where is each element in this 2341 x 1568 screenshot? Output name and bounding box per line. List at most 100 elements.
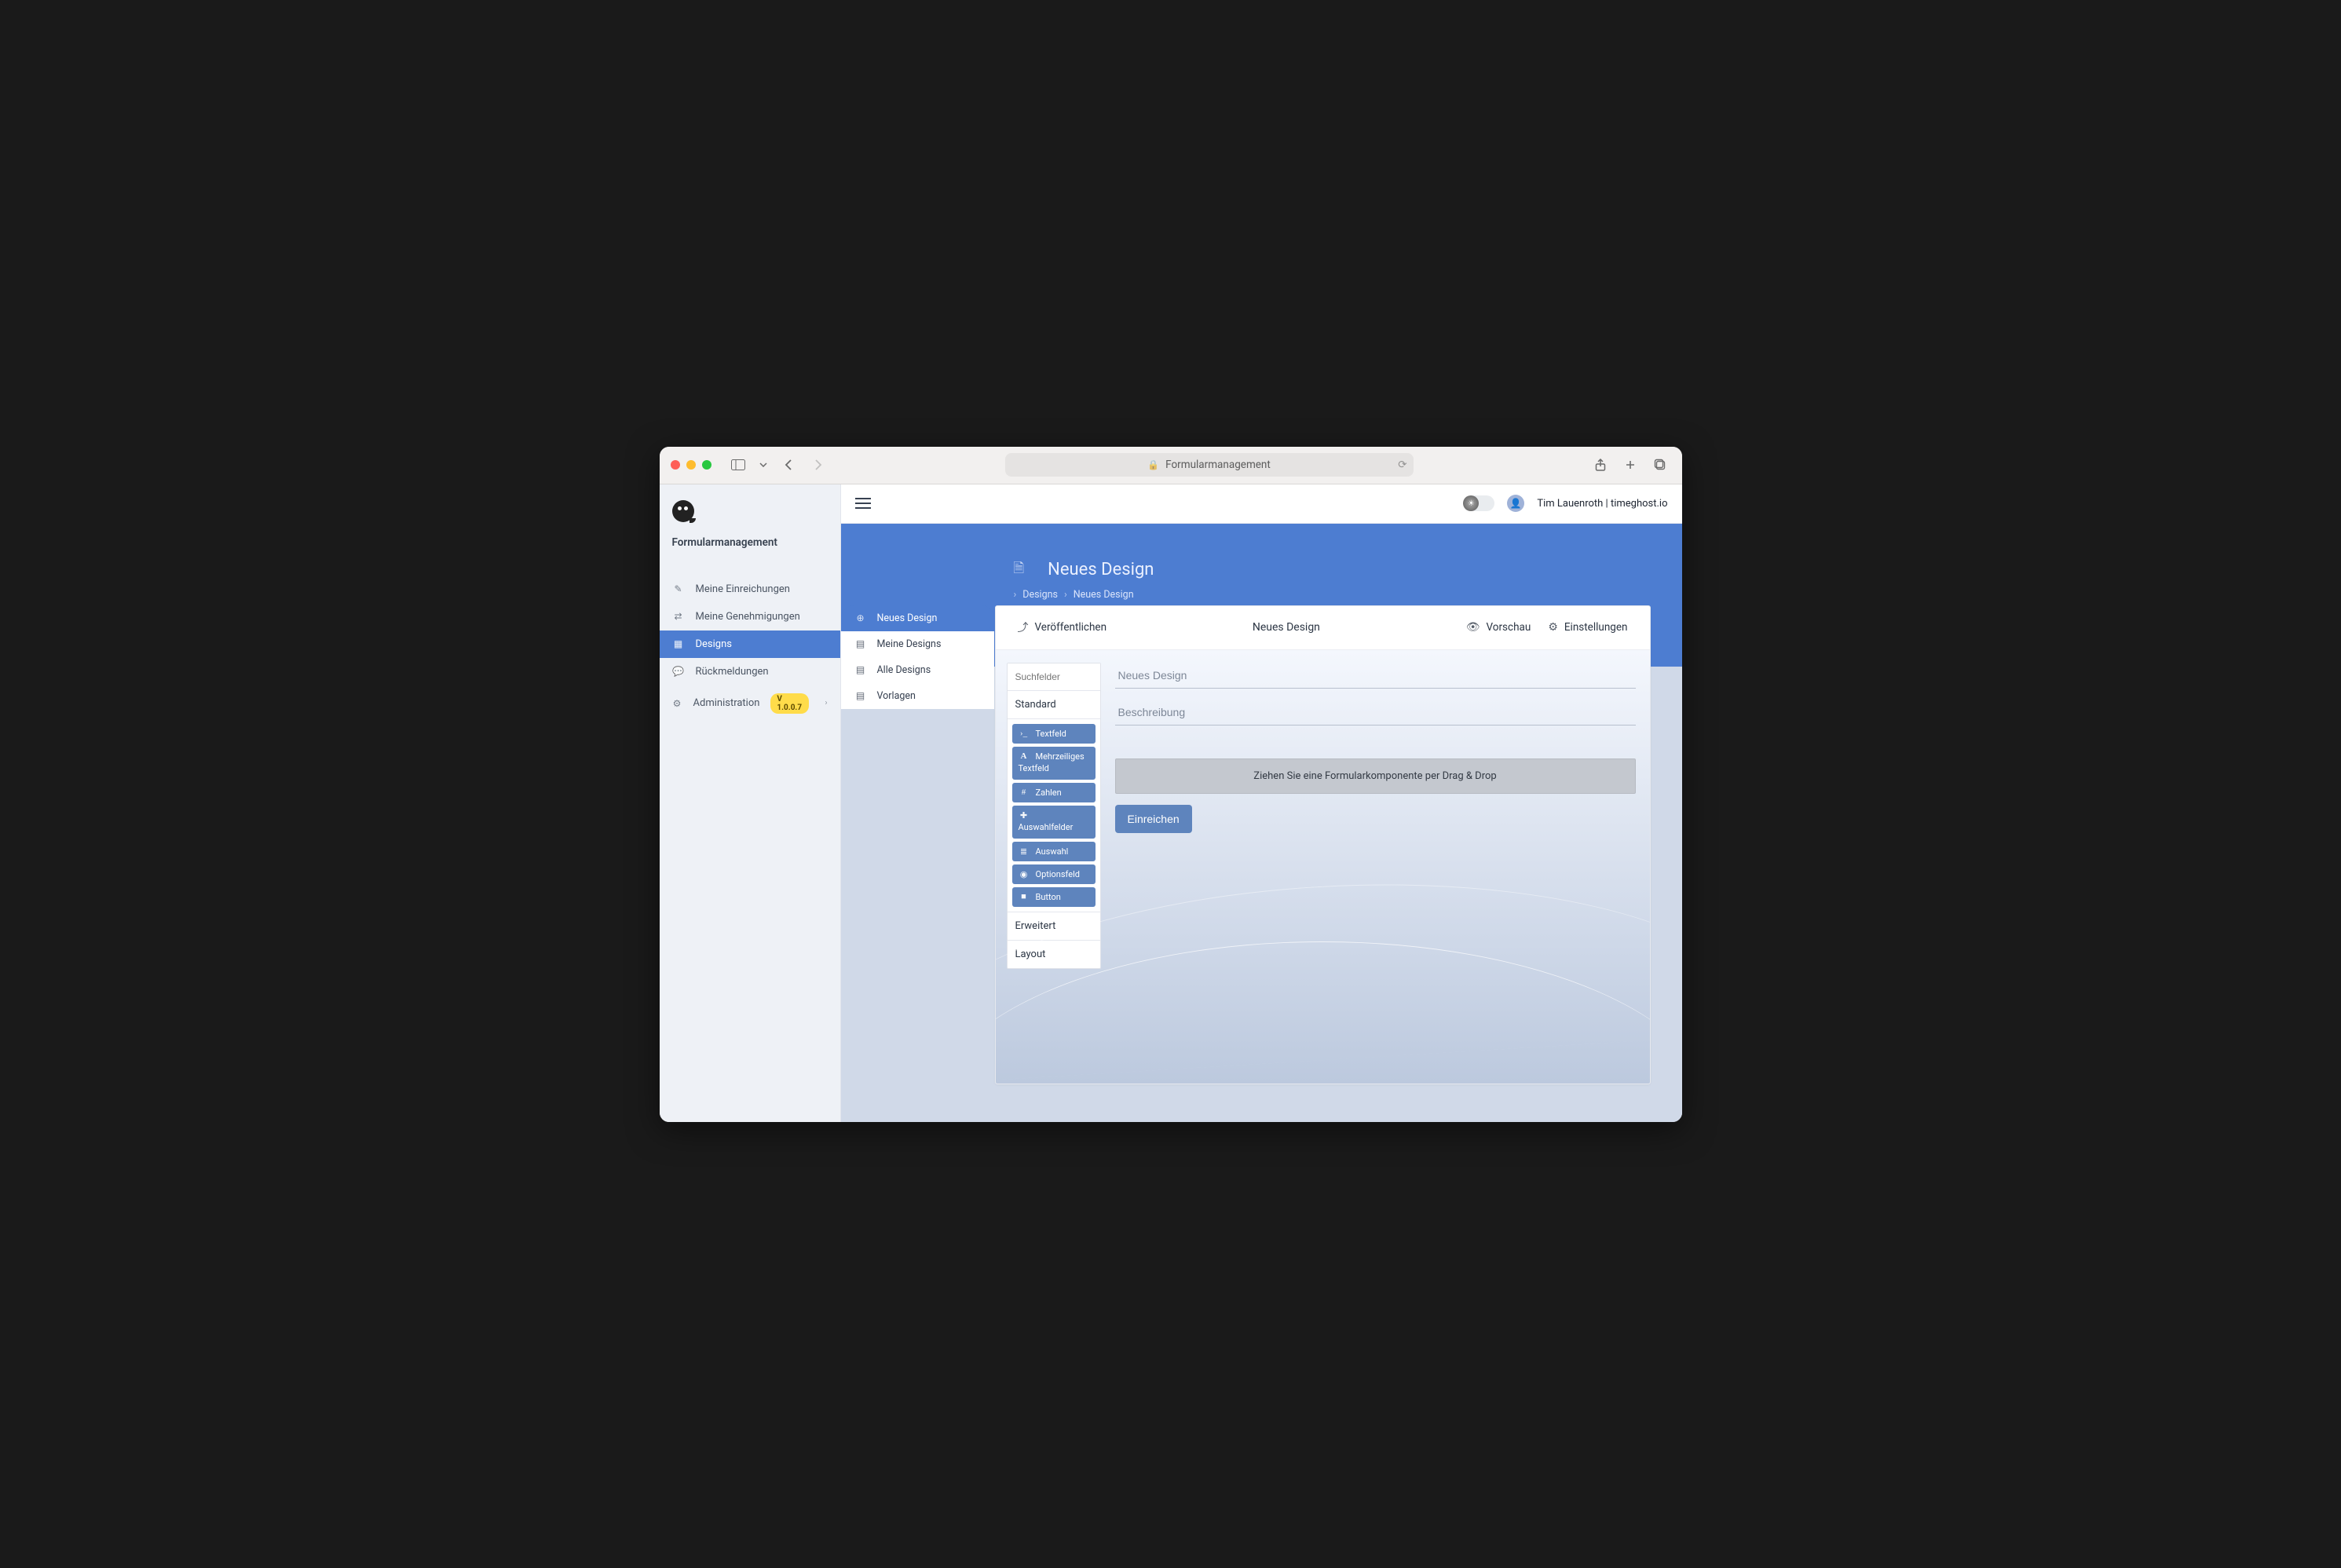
- subnav-my-designs[interactable]: ▤ Meine Designs: [841, 631, 994, 657]
- palette-search-input[interactable]: [1008, 663, 1100, 691]
- window-minimize[interactable]: [686, 460, 696, 470]
- nav-administration[interactable]: ⚙ Administration V 1.0.0.7 ›: [660, 685, 840, 722]
- form-description-input[interactable]: [1115, 700, 1636, 726]
- theme-icon: ☀: [1463, 495, 1479, 511]
- palette-item-multiline[interactable]: A Mehrzeiliges Mehrzeiliges Textfeld Tex…: [1012, 747, 1096, 780]
- clipboard-icon: 🗎: [1014, 558, 1025, 581]
- chevron-right-icon: ›: [825, 699, 827, 707]
- designs-icon: ▦: [672, 638, 685, 649]
- nav-label: Meine Genehmigungen: [696, 611, 800, 623]
- palette-item-option[interactable]: ◉ Optionsfeld: [1012, 864, 1096, 884]
- button-label: Veröffentlichen: [1035, 621, 1107, 634]
- drop-zone[interactable]: Ziehen Sie eine Formularkomponente per D…: [1115, 758, 1636, 794]
- brand-name: Formularmanagement: [672, 536, 828, 549]
- palette-label: Textfeld: [1036, 729, 1066, 739]
- plus-circle-icon: ⊕: [855, 612, 866, 623]
- primary-nav: ✎ Meine Einreichungen ⇄ Meine Genehmigun…: [660, 576, 840, 722]
- user-label[interactable]: Tim Lauenroth | timeghost.io: [1537, 498, 1667, 510]
- terminal-icon: ›_: [1019, 729, 1030, 738]
- chevron-right-icon: ›: [1064, 589, 1067, 601]
- nav-label: Designs: [696, 638, 732, 650]
- breadcrumb: › Designs › Neues Design: [1014, 589, 1682, 601]
- share-icon: ⤴: [1018, 620, 1029, 635]
- nav-label: Meine Einreichungen: [696, 583, 790, 595]
- palette-group-layout[interactable]: Layout: [1008, 940, 1100, 968]
- sidebar-toggle-icon[interactable]: [727, 454, 749, 476]
- version-badge: V 1.0.0.7: [770, 693, 809, 714]
- content-scroll[interactable]: 🗎 Neues Design › Designs › Neues Design: [841, 524, 1682, 1122]
- palette-item-numbers[interactable]: # Zahlen: [1012, 783, 1096, 802]
- list-icon: ≣: [1019, 846, 1030, 857]
- palette-label: Optionsfeld: [1036, 869, 1080, 879]
- publish-button[interactable]: ⤴ Veröffentlichen: [1018, 620, 1107, 635]
- tabs-overview-icon[interactable]: [1649, 454, 1671, 476]
- submit-button[interactable]: Einreichen: [1115, 805, 1192, 833]
- palette-item-textfield[interactable]: ›_ Textfeld: [1012, 724, 1096, 744]
- eye-icon: 👁: [1466, 621, 1480, 634]
- reload-icon[interactable]: ⟳: [1398, 459, 1406, 471]
- chevron-down-icon[interactable]: [757, 454, 770, 476]
- subnav-all-designs[interactable]: ▤ Alle Designs: [841, 657, 994, 683]
- palette-label: Auswahlfelder: [1019, 822, 1074, 832]
- share-icon[interactable]: [1589, 454, 1611, 476]
- address-bar-text: Formularmanagement: [1165, 459, 1271, 471]
- plus-square-icon: ✚: [1019, 810, 1030, 821]
- palette-item-button[interactable]: ■ Button: [1012, 887, 1096, 907]
- list-icon: ▤: [855, 664, 866, 675]
- browser-window: 🔒 Formularmanagement ⟳ Formularmanagem: [660, 447, 1682, 1122]
- lock-icon: 🔒: [1147, 459, 1159, 470]
- palette-group-advanced[interactable]: Erweitert: [1008, 912, 1100, 940]
- chevron-right-icon: ›: [1014, 589, 1017, 601]
- designs-subnav: ⊕ Neues Design ▤ Meine Designs ▤ Alle De…: [841, 605, 994, 709]
- brand-logo-icon: [672, 500, 694, 522]
- designer-toolbar: ⤴ Veröffentlichen Neues Design 👁 Vo: [996, 606, 1650, 650]
- new-tab-icon[interactable]: [1619, 454, 1641, 476]
- address-bar[interactable]: 🔒 Formularmanagement ⟳: [1005, 453, 1414, 477]
- palette-item-select[interactable]: ≣ Auswahl: [1012, 842, 1096, 861]
- palette-group-standard[interactable]: Standard: [1008, 691, 1100, 719]
- crumb-current: Neues Design: [1074, 589, 1134, 601]
- subnav-label: Alle Designs: [877, 664, 931, 676]
- person-send-icon: ✎: [672, 583, 685, 594]
- designer-title: Neues Design: [1124, 621, 1449, 634]
- settings-button[interactable]: ⚙ Einstellungen: [1548, 621, 1627, 634]
- component-palette: Standard ›_ Textfeld: [1007, 663, 1101, 969]
- preview-button[interactable]: 👁 Vorschau: [1466, 621, 1531, 634]
- square-icon: ■: [1019, 892, 1030, 901]
- sidebar: Formularmanagement ✎ Meine Einreichungen…: [660, 484, 841, 1122]
- palette-item-selectfields[interactable]: ✚ Auswahlfelder: [1012, 806, 1096, 839]
- nav-approvals[interactable]: ⇄ Meine Genehmigungen: [660, 603, 840, 630]
- radio-icon: ◉: [1019, 869, 1030, 879]
- nav-submissions[interactable]: ✎ Meine Einreichungen: [660, 576, 840, 603]
- form-title-input[interactable]: [1115, 663, 1636, 689]
- subnav-new-design[interactable]: ⊕ Neues Design: [841, 605, 994, 631]
- menu-toggle-icon[interactable]: [855, 498, 871, 509]
- nav-feedback[interactable]: 💬 Rückmeldungen: [660, 658, 840, 685]
- list-icon: ▤: [855, 638, 866, 649]
- subnav-templates[interactable]: ▤ Vorlagen: [841, 683, 994, 709]
- button-label: Einstellungen: [1564, 621, 1628, 634]
- window-close[interactable]: [671, 460, 680, 470]
- palette-label: Auswahl: [1036, 846, 1069, 857]
- nav-label: Rückmeldungen: [696, 666, 769, 678]
- palette-label: Zahlen: [1036, 788, 1062, 798]
- nav-designs[interactable]: ▦ Designs: [660, 630, 840, 658]
- nav-forward-icon[interactable]: [807, 454, 829, 476]
- window-controls: [671, 460, 711, 470]
- theme-toggle[interactable]: ☀: [1465, 495, 1494, 511]
- brand: Formularmanagement: [660, 484, 840, 558]
- gear-icon: ⚙: [1548, 621, 1558, 634]
- designer-body: Standard ›_ Textfeld: [996, 650, 1650, 1084]
- designer-card: ⤴ Veröffentlichen Neues Design 👁 Vo: [995, 605, 1651, 1084]
- hash-icon: #: [1019, 788, 1030, 797]
- window-maximize[interactable]: [702, 460, 711, 470]
- approvals-icon: ⇄: [672, 611, 685, 622]
- chat-icon: 💬: [672, 666, 685, 677]
- nav-back-icon[interactable]: [777, 454, 799, 476]
- gear-icon: ⚙: [672, 698, 682, 709]
- palette-label: Button: [1036, 892, 1061, 902]
- crumb-designs[interactable]: Designs: [1022, 589, 1058, 601]
- browser-chrome: 🔒 Formularmanagement ⟳: [660, 447, 1682, 484]
- app-root: Formularmanagement ✎ Meine Einreichungen…: [660, 484, 1682, 1122]
- user-avatar[interactable]: 👤: [1507, 495, 1524, 512]
